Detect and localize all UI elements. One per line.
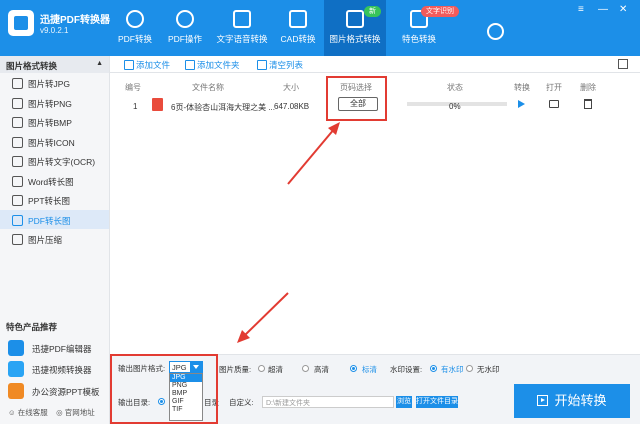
app-header: 迅捷PDF转换器 v9.0.2.1 PDF转换 PDF操作 文字语音转换 CAD… — [0, 0, 640, 56]
sidebar-item-icon[interactable]: 图片转ICON — [0, 132, 109, 152]
app-version: v9.0.2.1 — [40, 26, 69, 35]
sidebar-item-ppt-long[interactable]: PPT转长图 — [0, 190, 109, 210]
output-path-input[interactable]: D:\新建文件夹 — [262, 396, 394, 408]
start-icon — [537, 395, 549, 406]
online-service-link[interactable]: ☺ 在线客服 — [8, 408, 48, 417]
folder-open-icon[interactable] — [549, 100, 559, 108]
arrow-line-top — [287, 127, 336, 185]
row-status: 0% — [449, 102, 461, 111]
watermark-radio-on[interactable] — [430, 365, 437, 372]
quality-sd-label: 标清 — [362, 365, 377, 374]
image-icon — [346, 10, 364, 28]
quality-radio-sd[interactable] — [350, 365, 357, 372]
sidebar-item-pdf-long[interactable]: PDF转长图 — [0, 209, 109, 229]
sidebar: 图片格式转换 ▲ 图片转JPG 图片转PNG 图片转BMP 图片转ICON 图片… — [0, 56, 110, 424]
watermark-on-label: 有水印 — [441, 365, 464, 374]
file-toolbar: 添加文件 添加文件夹 清空列表 — [110, 56, 640, 73]
col-name: 文件名称 — [192, 83, 224, 92]
arrow-head-bottom — [237, 330, 250, 343]
highlight-page-select — [326, 76, 387, 121]
product-video-converter[interactable]: 迅捷视频转换器 — [8, 360, 92, 378]
arrow-line-bottom — [243, 292, 289, 337]
sidebar-item-ocr[interactable]: 图片转文字(OCR) — [0, 151, 109, 171]
grid-view-icon[interactable] — [618, 59, 628, 69]
quality-uhd-label: 超清 — [268, 365, 283, 374]
clear-list-button[interactable]: 清空列表 — [257, 59, 303, 71]
highlight-format-select — [110, 354, 218, 424]
watermark-label: 水印设置: — [390, 365, 423, 374]
quality-hd-label: 高清 — [314, 365, 329, 374]
col-delete: 删除 — [580, 83, 596, 92]
user-icon[interactable] — [487, 23, 504, 40]
new-badge: 新 — [364, 6, 381, 17]
ppt-template-icon — [8, 383, 24, 399]
watermark-radio-off[interactable] — [466, 365, 473, 372]
ocr-badge: 文字识别 — [421, 6, 459, 17]
sidebar-item-png[interactable]: 图片转PNG — [0, 93, 109, 113]
close-icon[interactable]: ✕ — [619, 4, 627, 15]
col-size: 大小 — [283, 83, 299, 92]
row-filename: 6页-体验杏山洱海大理之美 ... — [171, 103, 276, 112]
nav-pdf-operate[interactable]: PDF操作 — [156, 0, 214, 56]
trash-icon[interactable] — [584, 99, 592, 109]
video-converter-icon — [8, 361, 24, 377]
chevron-up-icon: ▲ — [96, 60, 103, 67]
pdf-file-icon — [152, 98, 163, 111]
start-convert-button[interactable]: 开始转换 — [514, 384, 630, 418]
minimize-icon[interactable]: — — [598, 4, 608, 15]
app-name: 迅捷PDF转换器 — [40, 15, 110, 26]
quality-radio-hd[interactable] — [302, 365, 309, 372]
arrow-head-top — [328, 122, 340, 135]
quality-radio-uhd[interactable] — [258, 365, 265, 372]
sidebar-item-word-long[interactable]: Word转长图 — [0, 171, 109, 191]
nav-voice-convert[interactable]: 文字语音转换 — [211, 0, 273, 56]
sidebar-header[interactable]: 图片格式转换 ▲ — [0, 56, 109, 73]
sidebar-item-jpg[interactable]: 图片转JPG — [0, 73, 109, 93]
product-pdf-editor[interactable]: 迅捷PDF编辑器 — [8, 339, 92, 357]
pdf-editor-icon — [8, 340, 24, 356]
custom-label: 自定义: — [229, 398, 254, 407]
pdf-convert-icon — [126, 10, 144, 28]
watermark-off-label: 无水印 — [477, 365, 500, 374]
add-folder-button[interactable]: 添加文件夹 — [185, 59, 240, 71]
sidebar-item-bmp[interactable]: 图片转BMP — [0, 112, 109, 132]
col-index: 编号 — [125, 83, 141, 92]
quality-label: 图片质量: — [219, 365, 252, 374]
pdf-operate-icon — [176, 10, 194, 28]
sidebar-item-compress[interactable]: 图片压缩 — [0, 229, 109, 249]
product-ppt-template[interactable]: 办公资源PPT模板 — [8, 382, 100, 400]
menu-icon[interactable]: ≡ — [578, 4, 584, 15]
featured-title: 特色产品推荐 — [6, 322, 58, 332]
col-convert: 转换 — [514, 83, 530, 92]
col-open: 打开 — [546, 83, 562, 92]
website-link[interactable]: ◎ 官网地址 — [56, 408, 95, 417]
play-icon[interactable] — [518, 100, 525, 108]
nav-cad-convert[interactable]: CAD转换 — [269, 0, 327, 56]
col-status: 状态 — [447, 83, 463, 92]
row-size: 647.08KB — [274, 102, 310, 111]
browse-button[interactable]: 浏览 — [396, 396, 412, 408]
add-file-button[interactable]: 添加文件 — [124, 59, 170, 71]
voice-icon — [233, 10, 251, 28]
app-logo — [8, 10, 34, 36]
open-dir-button[interactable]: 打开文件目录 — [416, 396, 458, 408]
cad-icon — [289, 10, 307, 28]
sidebar-footer: ☺ 在线客服 ◎ 官网地址 — [8, 407, 95, 418]
row-index: 1 — [133, 102, 138, 111]
